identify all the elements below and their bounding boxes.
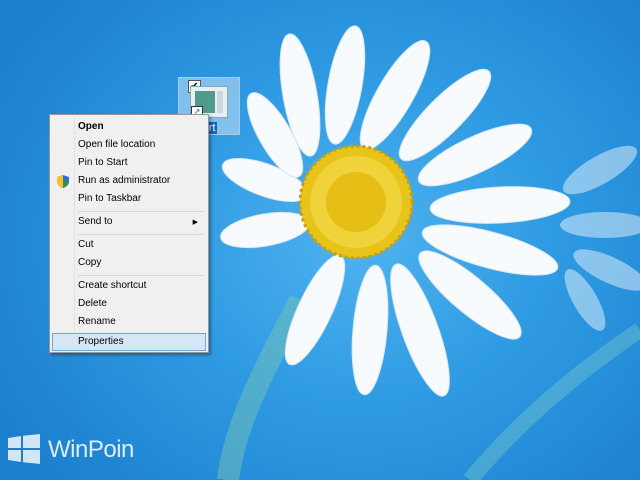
menu-item-label: Create shortcut: [78, 280, 147, 291]
menu-separator: [78, 211, 204, 212]
menu-item-label: Cut: [78, 239, 94, 250]
watermark-text: WinPoin: [48, 436, 134, 463]
menu-item-cut[interactable]: Cut: [52, 236, 206, 254]
menu-item-rename[interactable]: Rename: [52, 313, 206, 331]
menu-item-send-to[interactable]: Send to ▶: [52, 213, 206, 231]
menu-item-label: Run as administrator: [78, 175, 171, 186]
menu-item-pin-to-taskbar[interactable]: Pin to Taskbar: [52, 190, 206, 208]
menu-item-label: Delete: [78, 298, 107, 309]
submenu-arrow-icon: ▶: [192, 218, 198, 226]
menu-item-open[interactable]: Open: [52, 118, 206, 136]
menu-item-label: Open file location: [78, 139, 156, 150]
menu-item-label: Send to: [78, 216, 113, 227]
menu-item-label: Properties: [78, 336, 124, 347]
menu-item-open-file-location[interactable]: Open file location: [52, 136, 206, 154]
menu-item-label: Copy: [78, 257, 102, 268]
menu-item-delete[interactable]: Delete: [52, 295, 206, 313]
menu-item-properties[interactable]: Properties: [52, 333, 206, 351]
menu-separator: [78, 275, 204, 276]
menu-item-label: Open: [78, 121, 104, 132]
winpoin-watermark: WinPoin: [8, 432, 138, 468]
uac-shield-icon: [57, 175, 69, 188]
menu-separator: [78, 234, 204, 235]
menu-item-label: Pin to Start: [78, 157, 128, 168]
menu-item-run-as-administrator[interactable]: Run as administrator: [52, 172, 206, 190]
menu-item-label: Rename: [78, 316, 116, 327]
context-menu: Open Open file location Pin to Start Run…: [49, 114, 209, 353]
menu-item-create-shortcut[interactable]: Create shortcut: [52, 277, 206, 295]
menu-item-pin-to-start[interactable]: Pin to Start: [52, 154, 206, 172]
windows-logo-icon: [8, 434, 40, 464]
menu-item-label: Pin to Taskbar: [78, 193, 142, 204]
menu-item-copy[interactable]: Copy: [52, 254, 206, 272]
